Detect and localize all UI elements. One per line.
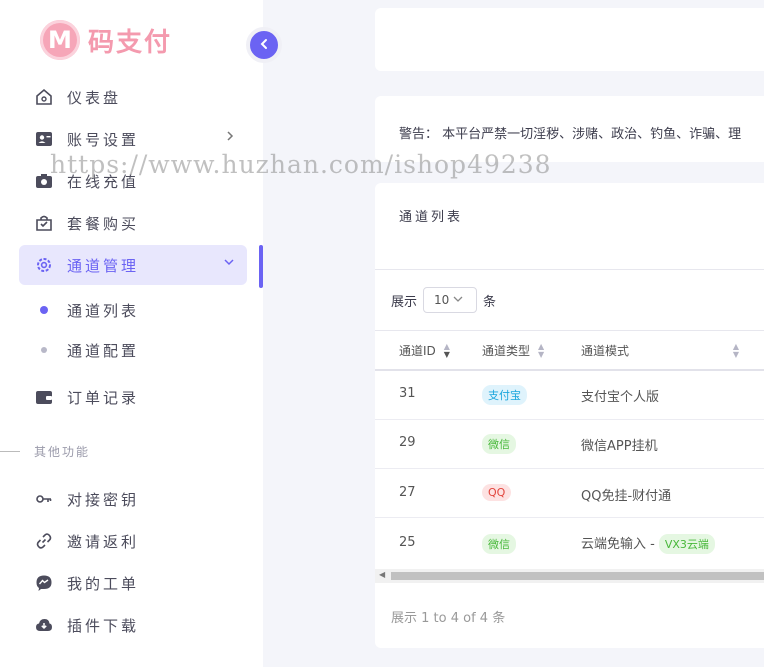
notice-text: 警告： 本平台严禁一切淫秽、涉赌、政治、钓鱼、诈骗、理 — [399, 127, 742, 142]
sidebar-item-channel-management[interactable]: 通道管理 — [19, 245, 247, 285]
table-top-border — [375, 330, 764, 331]
sidebar-item-label: 账号设置 — [67, 130, 140, 149]
channel-type-badge: QQ — [482, 484, 512, 501]
sidebar-item-dashboard[interactable]: 仪表盘 — [19, 77, 247, 117]
sidebar-item-plugin-download[interactable]: 插件下载 — [19, 605, 247, 645]
show-prefix: 展示 — [391, 294, 418, 310]
table-header-border — [375, 369, 764, 371]
wallet-icon — [35, 388, 53, 406]
sidebar-item-label: 仪表盘 — [67, 88, 122, 107]
sidebar-subitem-label: 通道列表 — [67, 301, 140, 320]
cell-id: 29 — [399, 435, 416, 450]
shopping-bag-icon — [35, 214, 53, 232]
brand-name: 码支付 — [88, 27, 173, 58]
sidebar-item-my-tickets[interactable]: 我的工单 — [19, 563, 247, 603]
cloud-download-icon — [35, 616, 53, 634]
row-divider — [375, 517, 764, 518]
sidebar-item-label: 套餐购买 — [67, 214, 140, 233]
id-card-icon — [35, 130, 53, 148]
cell-id: 25 — [399, 535, 416, 550]
cell-mode: 支付宝个人版 — [581, 390, 660, 405]
scrollbar-thumb[interactable] — [391, 572, 764, 580]
cell-mode: 微信APP挂机 — [581, 439, 658, 454]
column-header-label: 通道ID — [399, 344, 436, 358]
column-header-type[interactable]: 通道类型 ▲ ▼ — [482, 342, 544, 359]
sidebar-item-order-records[interactable]: 订单记录 — [19, 377, 247, 417]
column-header-label: 通道类型 — [482, 344, 531, 358]
sidebar-item-label: 通道管理 — [67, 256, 140, 275]
bullet-icon — [40, 306, 48, 314]
sidebar-item-label: 我的工单 — [67, 574, 140, 593]
page-size-control: 展示 10 条 — [391, 287, 496, 313]
page-size-select[interactable]: 10 — [423, 287, 478, 313]
sidebar-subitem-channel-config[interactable]: 通道配置 — [40, 335, 139, 365]
mode-badge: VX3云端 — [658, 534, 715, 554]
sort-icon: ▲ ▼ — [538, 341, 545, 359]
show-suffix: 条 — [483, 294, 497, 310]
sidebar-collapse-button[interactable] — [246, 27, 282, 63]
chevron-down-icon — [453, 295, 463, 306]
horizontal-scrollbar[interactable]: ◀ — [375, 569, 764, 583]
sidebar-subitem-label: 通道配置 — [67, 341, 140, 360]
column-header-mode[interactable]: 通道模式 ▲ ▼ — [581, 342, 739, 359]
sort-icon: ▲ ▼ — [732, 341, 739, 359]
scroll-left-icon[interactable]: ◀ — [379, 570, 385, 579]
active-indicator — [259, 245, 263, 288]
channel-list-card: 通道列表 展示 10 条 通道ID ▲ ▼ 通道类型 ▲ ▼ 通道模式 ▲ ▼ 31 … — [375, 183, 764, 648]
cell-id: 27 — [399, 485, 416, 500]
sidebar-item-label: 对接密钥 — [67, 490, 140, 509]
sidebar: M 码支付 仪表盘 账号设置 在线充值 套餐购买 通道管理 通道列表 通道配置 … — [0, 0, 282, 667]
chevron-down-icon — [223, 255, 235, 273]
sidebar-item-label: 邀请返利 — [67, 532, 140, 551]
channel-type-badge: 微信 — [482, 434, 516, 454]
cell-mode: 云端免输入 - VX3云端 — [581, 533, 715, 554]
chevron-right-icon — [225, 129, 235, 147]
section-divider — [0, 451, 20, 452]
cell-mode-text: 云端免输入 - — [581, 537, 655, 552]
watermark: https://www.huzhan.com/ishop49238 — [50, 150, 552, 179]
card-title: 通道列表 — [399, 210, 464, 225]
row-divider — [375, 419, 764, 420]
chevron-left-icon — [258, 37, 270, 53]
top-header-card — [375, 8, 764, 71]
key-icon — [35, 490, 53, 508]
divider — [375, 269, 764, 270]
row-divider — [375, 468, 764, 469]
channel-type-badge: 支付宝 — [482, 385, 527, 405]
sort-icon: ▲ ▼ — [443, 341, 450, 359]
section-label-other: 其他功能 — [0, 443, 90, 460]
home-icon — [35, 88, 53, 106]
column-header-label: 通道模式 — [581, 344, 630, 358]
page-size-value: 10 — [434, 293, 450, 307]
bullet-icon — [41, 347, 47, 353]
sidebar-item-label: 订单记录 — [67, 388, 140, 407]
table-info: 展示 1 to 4 of 4 条 — [391, 611, 506, 626]
link-icon — [35, 532, 53, 550]
logo-mark: M — [40, 20, 80, 60]
sidebar-item-label: 插件下载 — [67, 616, 140, 635]
sidebar-item-api-key[interactable]: 对接密钥 — [19, 479, 247, 519]
cell-mode: QQ免挂-财付通 — [581, 489, 672, 504]
messenger-icon — [35, 574, 53, 592]
sidebar-subitem-channel-list[interactable]: 通道列表 — [40, 295, 139, 325]
column-header-id[interactable]: 通道ID ▲ ▼ — [399, 342, 450, 359]
sidebar-item-package-purchase[interactable]: 套餐购买 — [19, 203, 247, 243]
cell-id: 31 — [399, 386, 416, 401]
brand-logo[interactable]: M 码支付 — [40, 20, 172, 60]
sidebar-item-referral[interactable]: 邀请返利 — [19, 521, 247, 561]
section-label-text: 其他功能 — [34, 445, 91, 459]
channel-type-badge: 微信 — [482, 534, 516, 554]
gear-icon — [35, 256, 53, 274]
